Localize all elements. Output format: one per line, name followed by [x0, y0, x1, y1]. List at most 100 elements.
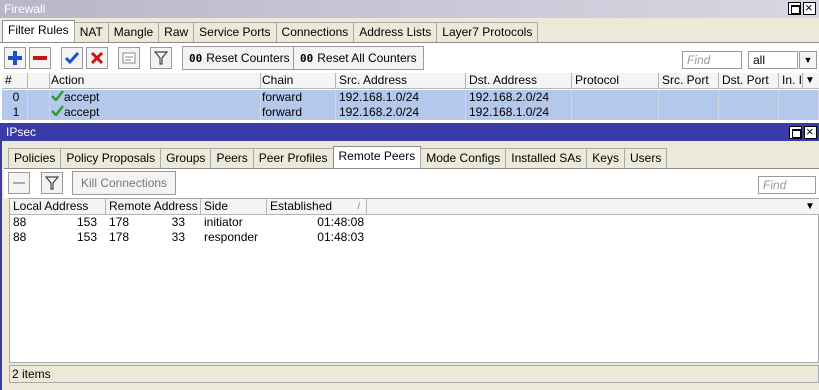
col-header-in-interface[interactable]: In. In — [779, 73, 803, 89]
tab-mangle[interactable]: Mangle — [107, 22, 160, 42]
add-button[interactable] — [4, 47, 26, 69]
rule-dst-port — [719, 105, 779, 120]
chevron-down-icon[interactable]: ▼ — [799, 51, 817, 69]
peer-side: initiator — [204, 215, 243, 229]
col-header-remote-address[interactable]: Remote Address — [106, 199, 201, 215]
tab-remote-peers[interactable]: Remote Peers — [332, 146, 422, 168]
comment-button[interactable] — [118, 47, 140, 69]
kill-connections-button[interactable]: Kill Connections — [72, 171, 177, 195]
tab-filter-rules[interactable]: Filter Rules — [2, 20, 75, 42]
maximize-icon[interactable] — [789, 126, 802, 139]
close-icon[interactable] — [803, 0, 816, 15]
table-row[interactable]: 0 accept forward 192.168.1.0/24 192.168.… — [2, 90, 819, 105]
rule-src-address: 192.168.2.0/24 — [336, 105, 466, 120]
tab-policies[interactable]: Policies — [8, 148, 62, 168]
col-header-established[interactable]: Established / — [267, 199, 367, 215]
local-address-part: 153 — [76, 215, 97, 229]
peer-established: 01:48:03 — [317, 230, 364, 244]
ipsec-find-input[interactable]: Find — [758, 176, 816, 194]
rule-chain: forward — [259, 90, 336, 105]
comment-icon — [122, 52, 136, 64]
ipsec-tabs: Policies Policy Proposals Groups Peers P… — [8, 146, 668, 168]
tab-nat[interactable]: NAT — [73, 22, 109, 42]
rule-action-label: accept — [64, 90, 100, 104]
col-header-established-label: Established — [270, 199, 333, 213]
local-address-part: 88 — [13, 230, 27, 244]
local-address-part: 153 — [76, 230, 97, 244]
item-count: 2 items — [12, 367, 51, 381]
ipsec-window-title: IPsec — [2, 123, 819, 141]
tab-groups[interactable]: Groups — [160, 148, 212, 168]
filter-button[interactable] — [41, 172, 63, 194]
col-header-protocol[interactable]: Protocol — [572, 73, 659, 89]
col-header-src-address[interactable]: Src. Address — [336, 73, 466, 89]
table-row[interactable]: 88 153 178 33 initiator 01:48:08 — [10, 215, 819, 230]
reset-all-counters-label: Reset All Counters — [317, 51, 417, 65]
firewall-tabs: Filter Rules NAT Mangle Raw Service Port… — [2, 20, 539, 42]
col-header-src-port[interactable]: Src. Port — [659, 73, 719, 89]
rule-in-interface — [779, 105, 819, 120]
accept-check-icon — [51, 90, 64, 102]
remove-button[interactable] — [29, 47, 51, 69]
disable-button[interactable] — [86, 47, 108, 69]
column-menu-dropdown-icon[interactable]: ▼ — [803, 199, 819, 215]
tab-raw[interactable]: Raw — [158, 22, 195, 42]
tab-connections[interactable]: Connections — [275, 22, 355, 42]
tab-mode-configs[interactable]: Mode Configs — [420, 148, 507, 168]
close-icon[interactable] — [804, 124, 817, 139]
local-address-part: 88 — [13, 215, 27, 229]
remote-peers-table-header: Local Address Remote Address Side Establ… — [10, 199, 819, 215]
col-header-local-address[interactable]: Local Address — [10, 199, 106, 215]
tab-users[interactable]: Users — [623, 148, 668, 168]
reset-all-counters-button[interactable]: 00 Reset All Counters — [293, 46, 424, 70]
table-row[interactable]: 88 153 178 33 responder 01:48:03 — [10, 230, 819, 245]
tab-address-lists[interactable]: Address Lists — [353, 22, 438, 42]
col-header-dst-port[interactable]: Dst. Port — [719, 73, 779, 89]
remote-address-part: 33 — [171, 230, 185, 244]
rule-chain: forward — [259, 105, 336, 120]
firewall-find-input[interactable]: Find — [682, 51, 742, 69]
firewall-table-header: # Action Chain Src. Address Dst. Address… — [2, 73, 819, 89]
rule-in-interface — [779, 90, 819, 105]
reset-counters-button[interactable]: 00 Reset Counters — [182, 46, 297, 70]
enable-button[interactable] — [61, 47, 83, 69]
rule-num: 1 — [2, 105, 28, 120]
rule-src-port — [659, 90, 719, 105]
accept-check-icon — [51, 105, 64, 117]
counter-icon: 00 — [189, 52, 203, 65]
filter-button[interactable] — [150, 47, 172, 69]
col-header-dst-address[interactable]: Dst. Address — [466, 73, 572, 89]
tab-service-ports[interactable]: Service Ports — [193, 22, 277, 42]
tab-peer-profiles[interactable]: Peer Profiles — [252, 148, 334, 168]
tab-installed-sas[interactable]: Installed SAs — [505, 148, 588, 168]
firewall-window-title: Firewall — [0, 0, 819, 18]
rule-protocol — [572, 105, 659, 120]
rule-src-address: 192.168.1.0/24 — [336, 90, 466, 105]
status-bar: 2 items — [9, 365, 819, 383]
remove-icon — [13, 182, 25, 184]
col-header-chain[interactable]: Chain — [259, 73, 336, 89]
remove-icon — [33, 56, 47, 60]
rule-dst-address: 192.168.1.0/24 — [466, 105, 572, 120]
add-icon — [8, 51, 22, 65]
col-header-side[interactable]: Side — [201, 199, 267, 215]
col-header-action[interactable]: Action — [48, 73, 261, 89]
remote-address-part: 178 — [109, 215, 130, 229]
rule-protocol — [572, 90, 659, 105]
tab-policy-proposals[interactable]: Policy Proposals — [60, 148, 162, 168]
col-header-num[interactable]: # — [2, 73, 28, 89]
firewall-filter-select[interactable]: all — [748, 51, 798, 69]
reset-counters-label: Reset Counters — [206, 51, 290, 65]
tab-keys[interactable]: Keys — [586, 148, 625, 168]
col-header-blank[interactable] — [28, 73, 50, 89]
column-menu-dropdown-icon[interactable]: ▼ — [803, 73, 819, 89]
rule-num: 0 — [2, 90, 28, 105]
tab-peers[interactable]: Peers — [210, 148, 254, 168]
tab-layer7-protocols[interactable]: Layer7 Protocols — [436, 22, 539, 42]
maximize-icon[interactable] — [788, 2, 801, 15]
table-row[interactable]: 1 accept forward 192.168.2.0/24 192.168.… — [2, 105, 819, 120]
remove-button[interactable] — [8, 172, 30, 194]
peer-side: responder — [204, 230, 259, 244]
peer-established: 01:48:08 — [317, 215, 364, 229]
enable-check-icon — [64, 52, 80, 65]
